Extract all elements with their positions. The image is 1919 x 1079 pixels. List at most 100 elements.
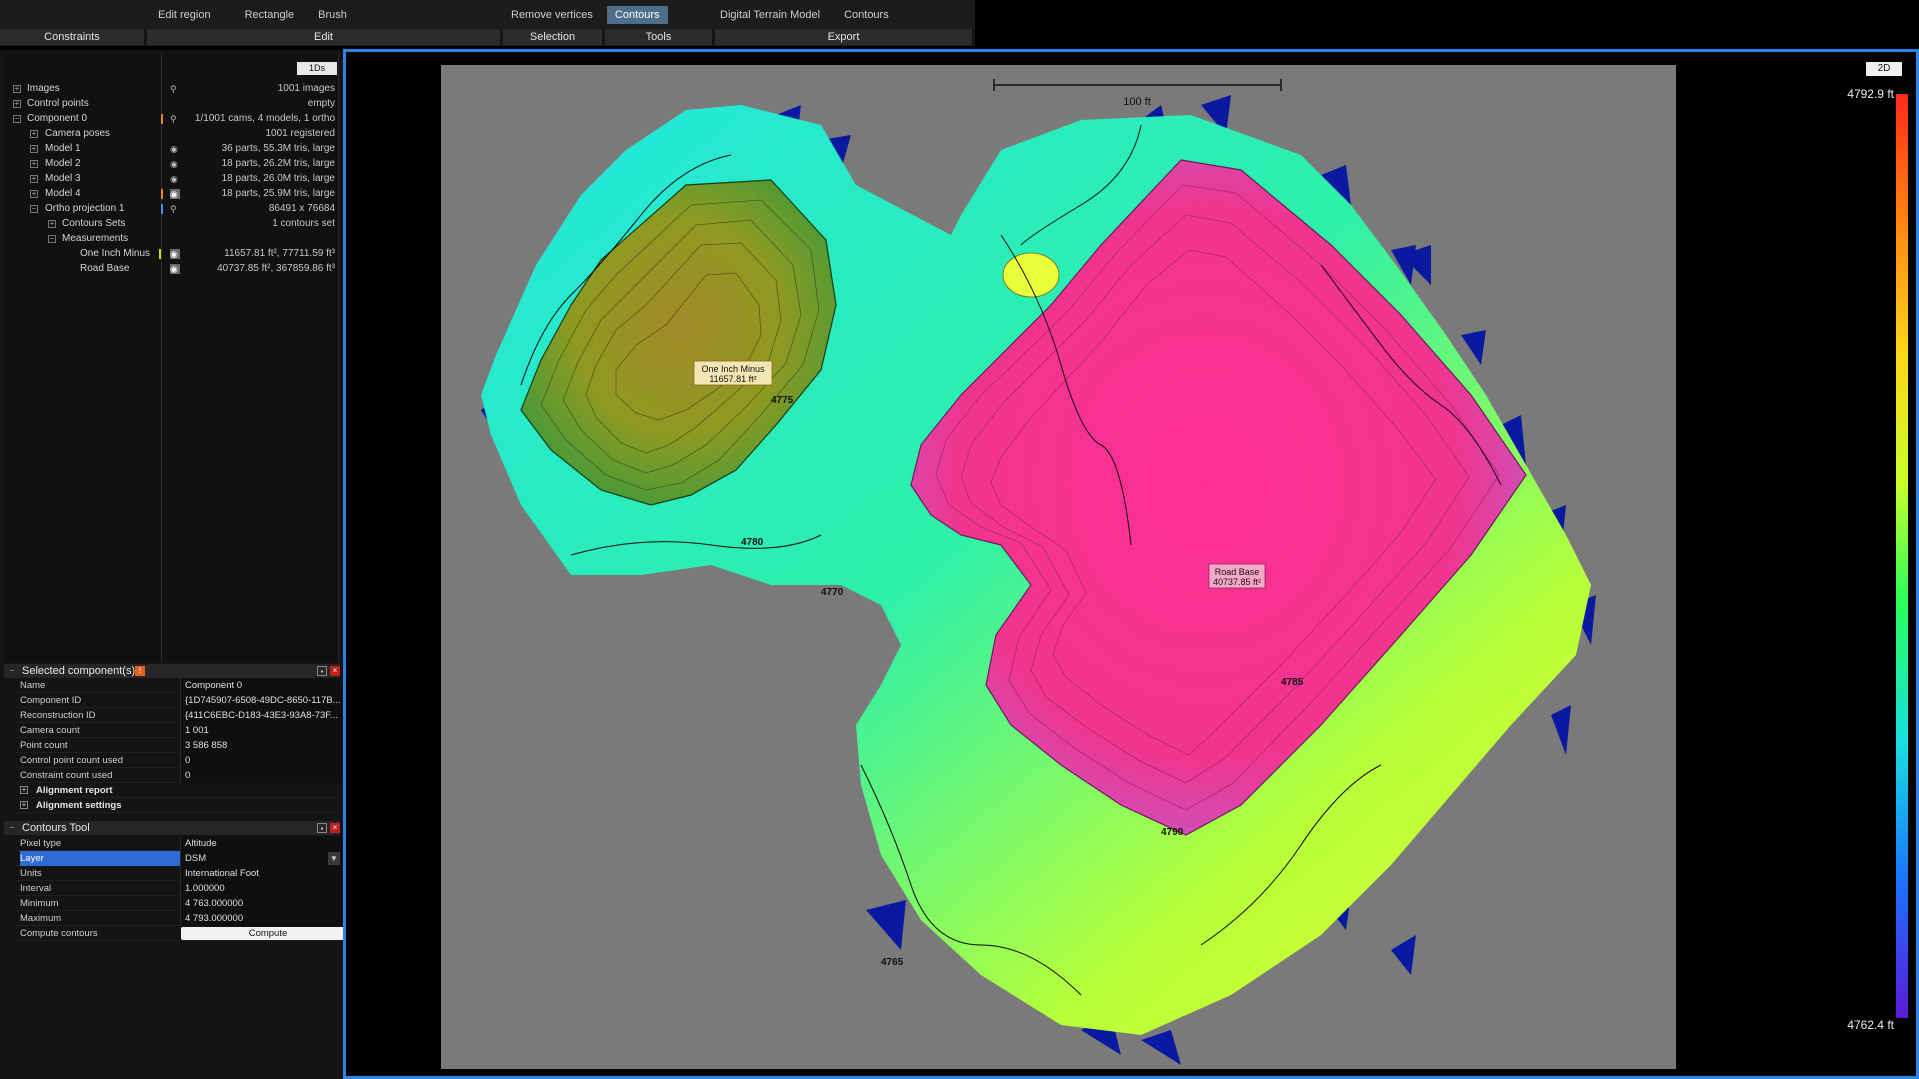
tree-value: 1001 registered xyxy=(265,128,336,139)
tree-value: 36 parts, 55.3M tris, large xyxy=(221,143,335,154)
prop-value[interactable]: 1 001 xyxy=(180,723,356,738)
eye-icon[interactable]: ◉ xyxy=(170,264,180,274)
prop-control-point-count: Control point count used 0 xyxy=(16,753,356,768)
tree-row-control-points[interactable]: + Control points empty xyxy=(4,97,339,111)
contour-label: 4775 xyxy=(771,395,794,406)
scale-label: 100 ft xyxy=(1123,96,1151,108)
ribbon-top-row: Edit region Rectangle Brush xyxy=(150,0,363,30)
pin-panel-icon[interactable]: ▪ xyxy=(317,823,327,833)
group-export: Export xyxy=(715,29,975,45)
tree-value: 11657.81 ft², 77711.59 ft³ xyxy=(224,248,335,259)
expand-icon[interactable]: + xyxy=(30,130,38,138)
prop-value[interactable]: Component 0 xyxy=(180,678,356,693)
tree-label: Contours Sets xyxy=(62,218,126,229)
tree-view-badge[interactable]: 1Ds xyxy=(297,62,337,75)
expand-icon[interactable]: + xyxy=(48,220,56,228)
prop-value[interactable]: 3 586 858 xyxy=(180,738,356,753)
tree-row-contours-sets[interactable]: + Contours Sets 1 contours set xyxy=(4,217,339,231)
measurement-road-base[interactable]: Road Base 40737.85 ft² xyxy=(1208,563,1266,589)
group-tools: Tools xyxy=(605,29,715,45)
measurement-area: 40737.85 ft² xyxy=(1213,577,1261,587)
section-title: Selected component(s) xyxy=(22,665,136,677)
contour-map-canvas[interactable]: One Inch Minus 11657.81 ft² Road Base 40… xyxy=(441,65,1676,1069)
view-mode-2d-button[interactable]: 2D xyxy=(1866,62,1902,76)
group-constraints: Constraints xyxy=(0,29,147,45)
expand-icon[interactable]: + xyxy=(30,175,38,183)
brush-button[interactable]: Brush xyxy=(310,6,355,24)
prop-compute-contours: Compute contours Compute xyxy=(16,926,355,941)
minimum-input[interactable]: 4 763.000000 xyxy=(180,896,356,911)
expand-icon[interactable]: + xyxy=(30,145,38,153)
measurement-label: One Inch Minus xyxy=(701,364,765,374)
pin-icon[interactable]: ⚲ xyxy=(170,84,180,94)
digital-terrain-model-button[interactable]: Digital Terrain Model xyxy=(712,6,828,24)
tree-row-road-base[interactable]: Road Base ◉ 40737.85 ft², 367859.86 ft³ xyxy=(4,262,339,276)
tree-value: 86491 x 76684 xyxy=(268,203,335,214)
prop-constraint-count: Constraint count used 0 xyxy=(16,768,356,783)
tree-row-camera-poses[interactable]: + Camera poses 1001 registered xyxy=(4,127,339,141)
tree-row-images[interactable]: + Images ⚲ 1001 images xyxy=(4,82,339,96)
prop-value[interactable]: 0 xyxy=(180,768,356,783)
collapse-icon[interactable]: − xyxy=(13,115,21,123)
compute-button[interactable]: Compute xyxy=(181,927,355,940)
collapse-icon[interactable]: − xyxy=(30,205,38,213)
ortho-viewport[interactable]: One Inch Minus 11657.81 ft² Road Base 40… xyxy=(343,49,1919,1079)
edit-region-button[interactable]: Edit region xyxy=(150,6,219,24)
tree-value: 18 parts, 25.9M tris, large xyxy=(221,188,335,199)
measurement-one-inch-minus[interactable]: One Inch Minus 11657.81 ft² xyxy=(693,360,773,386)
export-contours-button[interactable]: Contours xyxy=(836,6,897,24)
interval-input[interactable]: 1.000000 xyxy=(180,881,356,896)
collapse-icon[interactable]: − xyxy=(7,823,17,833)
chevron-down-icon[interactable]: ▼ xyxy=(328,852,340,865)
pin-icon[interactable]: ⚲ xyxy=(170,114,180,124)
prop-value[interactable]: {411C6EBC-D183-43E3-93A8-73F... xyxy=(180,708,356,723)
tree-label: Images xyxy=(27,83,60,94)
selected-components-header[interactable]: − Selected component(s) ! ▪ × xyxy=(4,664,340,678)
alignment-settings-group[interactable]: + Alignment settings xyxy=(16,798,340,813)
eye-icon[interactable]: ◉ xyxy=(170,159,180,169)
ribbon-toolbar: Edit region Rectangle Brush Remove verti… xyxy=(0,0,975,46)
tree-row-model-2[interactable]: + Model 2 ◉ 18 parts, 26.2M tris, large xyxy=(4,157,339,171)
rectangle-button[interactable]: Rectangle xyxy=(237,6,303,24)
tree-row-model-1[interactable]: + Model 1 ◉ 36 parts, 55.3M tris, large xyxy=(4,142,339,156)
alignment-report-group[interactable]: + Alignment report xyxy=(16,783,340,798)
expand-icon[interactable]: + xyxy=(13,100,21,108)
prop-value[interactable]: 0 xyxy=(180,753,356,768)
remove-vertices-button[interactable]: Remove vertices xyxy=(503,6,601,24)
maximum-input[interactable]: 4 793.000000 xyxy=(180,911,356,926)
tree-row-component-0[interactable]: − Component 0 ⚲ 1/1001 cams, 4 models, 1… xyxy=(4,112,339,126)
collapse-icon[interactable]: − xyxy=(48,235,56,243)
contour-map[interactable]: One Inch Minus 11657.81 ft² Road Base 40… xyxy=(441,65,1676,1069)
tree-row-measurements[interactable]: − Measurements xyxy=(4,232,339,246)
prop-camera-count: Camera count 1 001 xyxy=(16,723,356,738)
pin-panel-icon[interactable]: ▪ xyxy=(317,666,327,676)
prop-value[interactable]: {1D745907-6508-49DC-8650-117B... xyxy=(180,693,356,708)
tree-row-one-inch-minus[interactable]: One Inch Minus ◉ 11657.81 ft², 77711.59 … xyxy=(4,247,339,261)
contours-tool-header[interactable]: − Contours Tool ▪ × xyxy=(4,821,340,835)
collapse-icon[interactable]: − xyxy=(7,666,17,676)
pin-icon[interactable]: ⚲ xyxy=(170,204,180,214)
contours-tool-button[interactable]: Contours xyxy=(606,6,668,24)
expand-icon[interactable]: + xyxy=(13,85,21,93)
expand-icon[interactable]: + xyxy=(30,190,38,198)
tree-row-model-3[interactable]: + Model 3 ◉ 18 parts, 26.0M tris, large xyxy=(4,172,339,186)
warning-icon: ! xyxy=(135,666,145,676)
eye-icon[interactable]: ◉ xyxy=(170,249,180,259)
tree-label: Model 4 xyxy=(45,188,81,199)
expand-icon[interactable]: + xyxy=(30,160,38,168)
prop-value[interactable]: Altitude xyxy=(180,836,356,851)
tree-value: 18 parts, 26.0M tris, large xyxy=(221,173,335,184)
prop-value[interactable]: International Foot xyxy=(180,866,356,881)
eye-icon[interactable]: ◉ xyxy=(170,144,180,154)
tree-value: 1001 images xyxy=(277,83,335,94)
eye-icon[interactable]: ◉ xyxy=(170,189,180,199)
prop-maximum: Maximum 4 793.000000 xyxy=(16,911,356,926)
close-icon[interactable]: × xyxy=(330,823,340,833)
close-icon[interactable]: × xyxy=(330,666,340,676)
tree-row-ortho-projection[interactable]: − Ortho projection 1 ⚲ 86491 x 76684 xyxy=(4,202,339,216)
eye-icon[interactable]: ◉ xyxy=(170,174,180,184)
prop-units: Units International Foot xyxy=(16,866,356,881)
tree-label: Model 3 xyxy=(45,173,81,184)
prop-pixel-type: Pixel type Altitude xyxy=(16,836,356,851)
tree-row-model-4[interactable]: + Model 4 ◉ 18 parts, 25.9M tris, large xyxy=(4,187,339,201)
